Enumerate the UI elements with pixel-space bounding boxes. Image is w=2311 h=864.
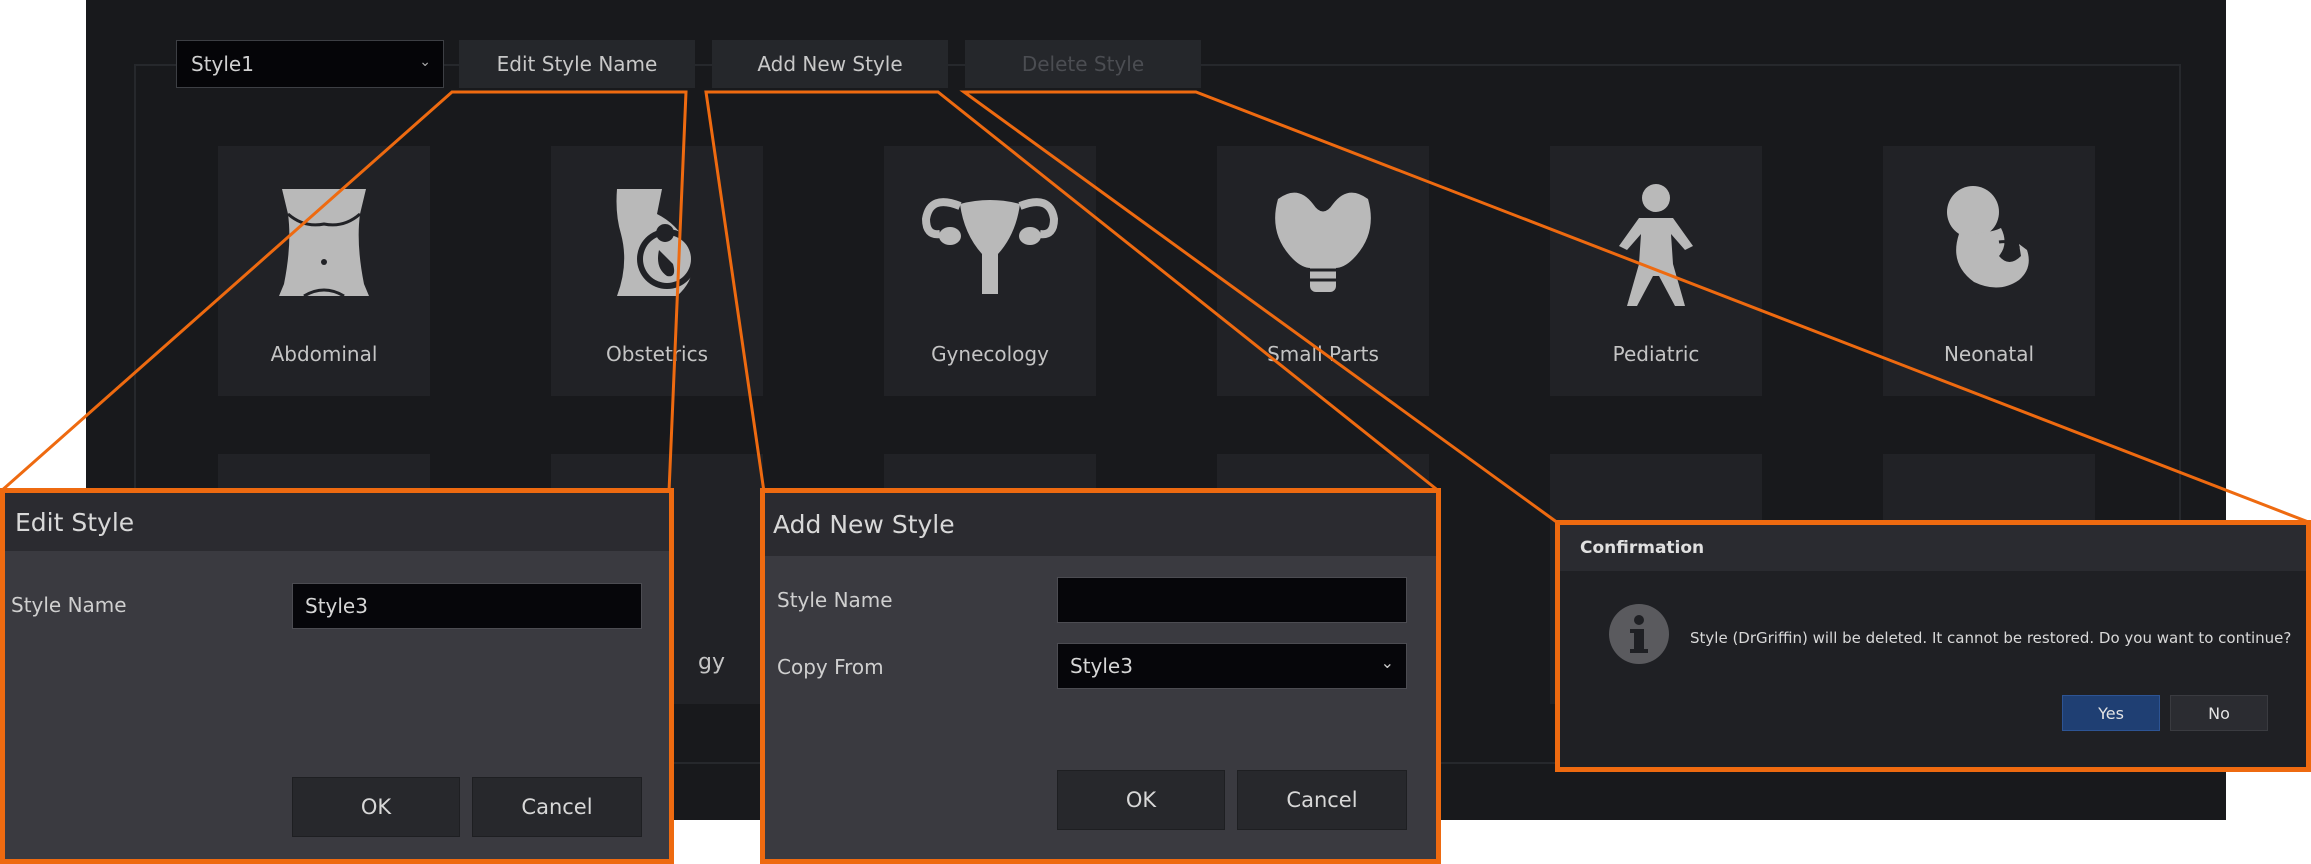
style-name-label: Style Name: [777, 588, 893, 612]
chevron-down-icon: ⌄: [419, 54, 431, 70]
preset-tile-abdominal[interactable]: Abdominal: [218, 146, 430, 396]
preset-tile-obstetrics[interactable]: Obstetrics: [551, 146, 763, 396]
confirmation-title: Confirmation: [1560, 525, 2306, 571]
add-new-style-dialog: Add New Style Style Name Copy From Style…: [760, 488, 1441, 864]
cancel-button[interactable]: Cancel: [1237, 770, 1407, 830]
preset-label: Gynecology: [931, 342, 1049, 366]
edit-style-name-label: Edit Style Name: [496, 52, 658, 76]
no-button[interactable]: No: [2170, 695, 2268, 731]
add-dialog-title: Add New Style: [765, 493, 1436, 556]
thyroid-icon: [1275, 192, 1371, 292]
yes-button[interactable]: Yes: [2062, 695, 2160, 731]
preset-label: gy: [698, 650, 725, 675]
info-icon: [1609, 604, 1669, 664]
style-select-value: Style1: [191, 52, 254, 76]
edit-dialog-title: Edit Style: [5, 493, 669, 551]
preset-label: Pediatric: [1612, 342, 1700, 366]
copy-from-select[interactable]: Style3 ⌄: [1057, 643, 1407, 689]
preset-label: Abdominal: [270, 342, 378, 366]
child-icon: [1619, 184, 1693, 306]
style-select[interactable]: Style1 ⌄: [176, 40, 444, 88]
chevron-down-icon: ⌄: [1380, 653, 1394, 672]
ok-button[interactable]: OK: [1057, 770, 1225, 830]
fetus-icon: [1947, 186, 2029, 288]
edit-style-name-button[interactable]: Edit Style Name: [459, 40, 695, 88]
preset-label: Neonatal: [1943, 342, 2035, 366]
preset-label: Small Parts: [1267, 342, 1379, 366]
pregnancy-icon: [616, 189, 697, 296]
edit-style-dialog: Edit Style Style Name Style3 OK Cancel: [0, 488, 674, 864]
copy-from-value: Style3: [1070, 654, 1133, 678]
uterus-icon: [921, 198, 1059, 294]
add-new-style-label: Add New Style: [757, 52, 903, 76]
confirmation-message: Style (DrGriffin) will be deleted. It ca…: [1690, 629, 2292, 647]
confirmation-dialog: Confirmation Style (DrGriffin) will be d…: [1555, 520, 2311, 772]
new-style-name-field[interactable]: [1057, 577, 1407, 623]
preset-tile-pediatric[interactable]: Pediatric: [1550, 146, 1762, 396]
style-name-field[interactable]: Style3: [292, 583, 642, 629]
preset-label: Obstetrics: [605, 342, 709, 366]
copy-from-label: Copy From: [777, 655, 884, 679]
cancel-button[interactable]: Cancel: [472, 777, 642, 837]
abdomen-icon: [279, 189, 369, 298]
preset-tile-small-parts[interactable]: Small Parts: [1217, 146, 1429, 396]
preset-tile-gynecology[interactable]: Gynecology: [884, 146, 1096, 396]
ok-button[interactable]: OK: [292, 777, 460, 837]
style-name-label: Style Name: [11, 593, 127, 617]
delete-style-button[interactable]: Delete Style: [965, 40, 1201, 88]
delete-style-label: Delete Style: [1021, 52, 1145, 76]
preset-tile-neonatal[interactable]: Neonatal: [1883, 146, 2095, 396]
add-new-style-button[interactable]: Add New Style: [712, 40, 948, 88]
